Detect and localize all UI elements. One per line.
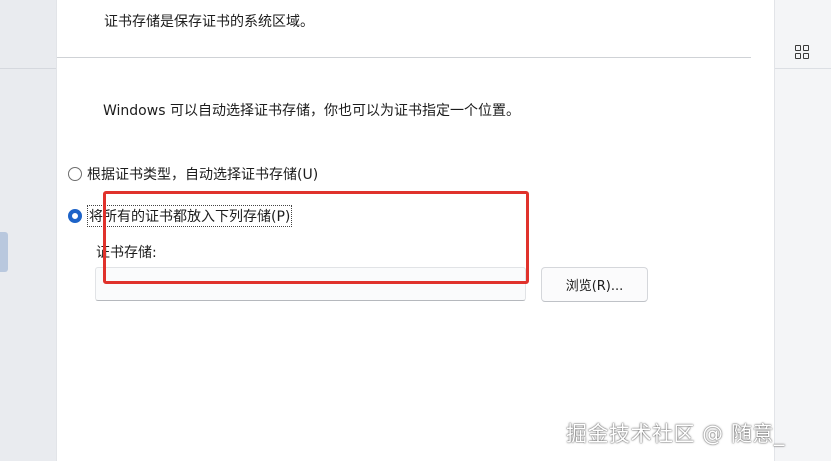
intro-text: Windows 可以自动选择证书存储，你也可以为证书指定一个位置。 [103,103,520,119]
header-description: 证书存储是保存证书的系统区域。 [104,14,314,30]
background-divider [773,68,831,69]
radio-auto-select-store[interactable]: 根据证书类型，自动选择证书存储(U) [68,164,318,184]
grid-cell [795,45,801,51]
certificate-store-field[interactable] [95,267,526,301]
background-app-right [773,0,831,461]
radio-place-in-store[interactable]: 将所有的证书都放入下列存储(P) [68,205,293,227]
header-divider [57,57,751,58]
background-app-left [0,0,56,461]
grid-icon[interactable] [795,45,809,59]
certificate-store-label: 证书存储: [96,245,157,261]
certificate-import-dialog: 证书存储是保存证书的系统区域。 Windows 可以自动选择证书存储，你也可以为… [56,0,775,461]
watermark: 掘金技术社区 @ 随意_ [566,422,785,446]
radio-button-checked[interactable] [68,209,82,223]
radio-auto-select-label: 根据证书类型，自动选择证书存储(U) [87,167,319,183]
grid-cell [803,45,809,51]
radio-button-unchecked[interactable] [68,167,82,181]
grid-cell [795,53,801,59]
background-tab [0,232,8,272]
background-divider [0,68,56,69]
radio-place-in-store-label: 将所有的证书都放入下列存储(P) [87,205,293,227]
grid-cell [803,53,809,59]
browse-button[interactable]: 浏览(R)... [541,267,648,302]
